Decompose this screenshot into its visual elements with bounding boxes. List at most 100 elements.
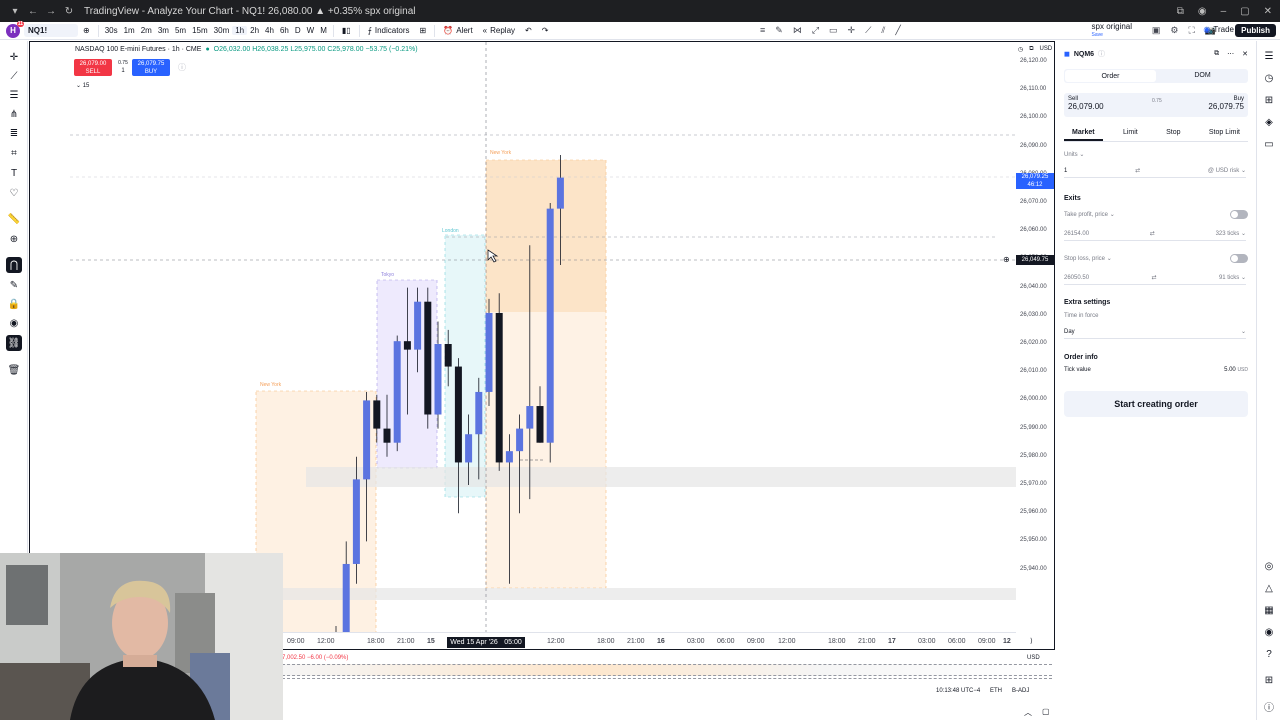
alerts-clock-icon[interactable]: ◷: [1262, 71, 1276, 85]
layout-grid-icon[interactable]: ▣: [1152, 25, 1161, 36]
eye-visibility-icon[interactable]: ◉: [6, 315, 22, 331]
maximize-pane-icon[interactable]: ⧉: [1029, 46, 1033, 53]
templates-icon[interactable]: ⊞: [415, 26, 432, 35]
candle[interactable]: [424, 287, 432, 429]
units-input[interactable]: 1 ⇄ @ USD risk ⌄: [1064, 164, 1246, 178]
pitchfork-icon[interactable]: ⋔: [6, 106, 22, 122]
minimize-icon[interactable]: –: [1221, 6, 1227, 17]
fib-icon[interactable]: ⋈: [793, 25, 802, 36]
object-tree-icon[interactable]: ⊞: [1262, 93, 1276, 107]
redo-icon[interactable]: ↷: [537, 26, 554, 35]
legend-collapse[interactable]: ⌄ 15: [76, 82, 89, 89]
stop-loss-input[interactable]: 26050.50 ⇄ 91 ticks ⌄: [1064, 271, 1246, 285]
pattern-icon[interactable]: ⌗: [6, 145, 22, 161]
sl-ticks-select[interactable]: 91 ticks ⌄: [1219, 274, 1246, 281]
compare-add-icon[interactable]: ⊕: [78, 26, 95, 35]
chart-type-icon[interactable]: ▮▯: [337, 26, 356, 35]
publish-button[interactable]: Publish: [1235, 24, 1276, 37]
chart-settings-icon[interactable]: ◷: [1018, 46, 1023, 53]
tp-ticks-select[interactable]: 323 ticks ⌄: [1216, 230, 1246, 237]
interval-30m[interactable]: 30m: [211, 26, 233, 35]
text-tool-icon[interactable]: T: [6, 165, 22, 181]
replay-button[interactable]: «Replay: [478, 26, 520, 35]
time-in-force-select[interactable]: Day ⌄: [1064, 325, 1246, 339]
forward-icon[interactable]: →: [42, 6, 60, 17]
ideas-icon[interactable]: △: [1262, 581, 1276, 595]
scroll-right-icon[interactable]: ⟩: [1030, 637, 1033, 645]
tp-label[interactable]: Take profit, price ⌄: [1064, 211, 1115, 218]
interval-d[interactable]: D: [292, 26, 304, 35]
interval-w[interactable]: W: [304, 26, 318, 35]
fib-retracement-icon[interactable]: ≣: [6, 125, 22, 141]
chevron-down-icon[interactable]: ⌄: [1079, 152, 1084, 158]
watchlist-icon[interactable]: ☰: [1262, 49, 1276, 63]
trade-button[interactable]: ◉ Trade: [1203, 25, 1234, 34]
zoom-in-icon[interactable]: ⊕: [6, 231, 22, 247]
trend-line-icon[interactable]: ⟋: [6, 68, 22, 84]
close-window-icon[interactable]: ✕: [1264, 6, 1272, 17]
price-axis[interactable]: ◷ ⧉ USD 26,120.00 26,110.00 26,100.00 26,090.…: [1016, 42, 1054, 632]
layout-name[interactable]: spx original Save: [1092, 23, 1132, 39]
alert-button[interactable]: ⏰ Alert: [438, 26, 477, 35]
popout-icon[interactable]: ⧉: [1214, 50, 1219, 58]
collapse-panel-icon[interactable]: ︿: [1024, 707, 1032, 718]
swap-icon[interactable]: ⇄: [1150, 230, 1155, 237]
interval-1h[interactable]: 1h: [232, 26, 248, 35]
layers-icon[interactable]: ◈: [1262, 115, 1276, 129]
undo-icon[interactable]: ↶: [520, 26, 537, 35]
indicators-button[interactable]: ⨍ Indicators: [363, 26, 415, 35]
chart-sell-button[interactable]: 26,079.00 SELL: [74, 59, 112, 76]
notifications-icon[interactable]: ◉: [1262, 625, 1276, 639]
brush-icon[interactable]: ✎: [775, 25, 783, 36]
swap-icon[interactable]: ⇄: [1135, 167, 1140, 174]
sl-label[interactable]: Stop loss, price ⌄: [1064, 255, 1112, 262]
order-type-stop[interactable]: Stop: [1158, 127, 1188, 141]
panel-sell-button[interactable]: Sell 26,079.00: [1068, 96, 1104, 111]
apps-grid-icon[interactable]: ⊞: [1262, 673, 1276, 687]
settings-gear-icon[interactable]: ⚙: [1170, 25, 1178, 36]
order-symbol[interactable]: NQM6: [1074, 51, 1094, 58]
units-risk[interactable]: @ USD risk ⌄: [1208, 167, 1246, 174]
take-profit-input[interactable]: 26154.00 ⇄ 323 ticks ⌄: [1064, 227, 1246, 241]
calendar-icon[interactable]: ▦: [1262, 603, 1276, 617]
maximize-icon[interactable]: ▢: [1240, 6, 1249, 17]
info-icon[interactable]: ⓘ: [178, 62, 186, 73]
order-type-market[interactable]: Market: [1064, 127, 1103, 141]
interval-2h[interactable]: 2h: [247, 26, 262, 35]
candle[interactable]: [495, 293, 503, 471]
tab-order[interactable]: Order: [1065, 70, 1156, 82]
lock-icon[interactable]: 🔒: [6, 296, 22, 312]
chart-qty[interactable]: 1: [116, 67, 130, 75]
interval-5m[interactable]: 5m: [172, 26, 189, 35]
candle[interactable]: [485, 298, 493, 407]
more-options-icon[interactable]: ⋯: [1227, 50, 1234, 58]
fullscreen-icon[interactable]: ⛶: [1188, 25, 1194, 36]
user-avatar[interactable]: H 11: [6, 20, 24, 38]
interval-15m[interactable]: 15m: [189, 26, 211, 35]
candle[interactable]: [546, 203, 554, 463]
interval-30s[interactable]: 30s: [102, 26, 121, 35]
panel-buy-button[interactable]: Buy 26,079.75: [1208, 96, 1244, 111]
interval-1m[interactable]: 1m: [121, 26, 138, 35]
ruler-icon[interactable]: ⤢: [812, 25, 819, 36]
magnet-icon[interactable]: ⋂: [6, 257, 22, 273]
horizontal-lines-icon[interactable]: ☰: [6, 87, 22, 103]
interval-m[interactable]: M: [317, 26, 330, 35]
ray-icon[interactable]: ╱: [895, 25, 900, 36]
rectangle-icon[interactable]: ▭: [829, 25, 838, 36]
maximize-panel-icon[interactable]: ▢: [1042, 707, 1050, 716]
utc-clock[interactable]: 10:13:48 UTC−4: [936, 688, 980, 694]
extensions-icon[interactable]: ⧉: [1177, 6, 1184, 17]
take-profit-toggle[interactable]: [1230, 210, 1248, 219]
interval-2m[interactable]: 2m: [138, 26, 155, 35]
ruler-measure-icon[interactable]: 📏: [6, 211, 22, 227]
candle[interactable]: [393, 335, 401, 452]
chart-buy-button[interactable]: 26,079.75 BUY: [132, 59, 170, 76]
trash-icon[interactable]: 🗑: [6, 362, 22, 378]
link-icon[interactable]: ⛓: [6, 335, 22, 351]
target-icon[interactable]: ◎: [1262, 559, 1276, 573]
interval-6h[interactable]: 6h: [277, 26, 292, 35]
order-type-limit[interactable]: Limit: [1115, 127, 1146, 141]
sub-pane-chart[interactable]: [282, 664, 1052, 676]
crosshair-icon[interactable]: ✛: [848, 25, 856, 36]
